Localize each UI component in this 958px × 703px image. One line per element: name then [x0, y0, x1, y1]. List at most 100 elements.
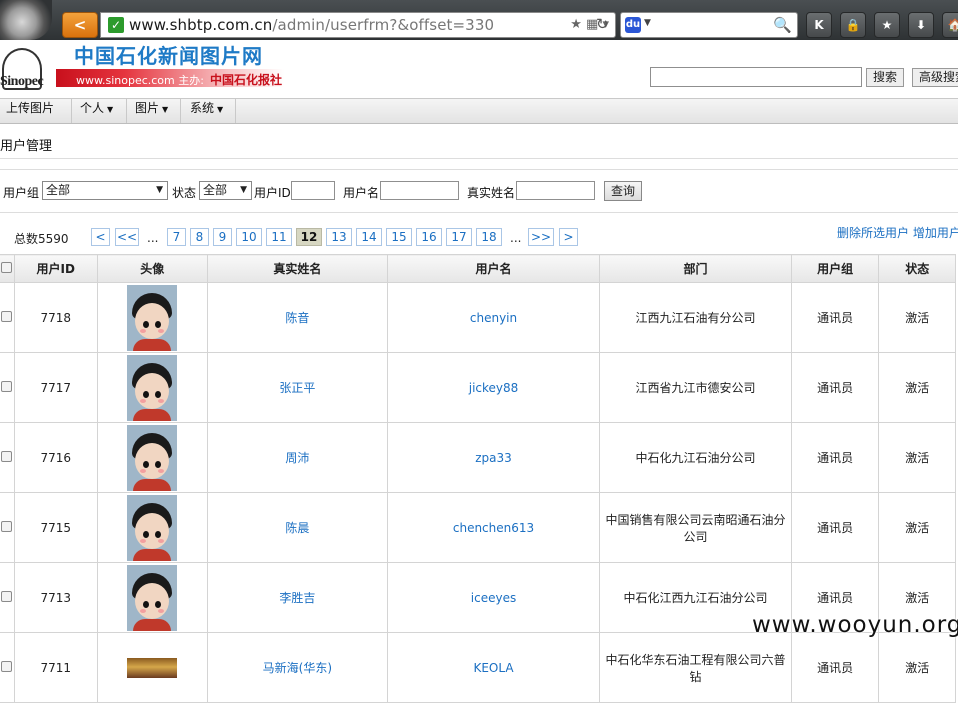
pager-next-many[interactable]: >>: [528, 228, 554, 246]
cell-dept: 中石化华东石油工程有限公司六普钻: [599, 632, 792, 703]
pager-prev-many[interactable]: <<: [115, 228, 139, 246]
row-checkbox-cell[interactable]: [0, 562, 15, 633]
sinopec-logo[interactable]: Sinopec: [0, 40, 52, 98]
cell-realname-link[interactable]: 陈音: [206, 282, 388, 353]
cell-username-link[interactable]: zpa33: [386, 422, 601, 493]
row-checkbox[interactable]: [0, 450, 12, 462]
row-checkbox[interactable]: [0, 660, 12, 672]
advanced-search-button[interactable]: 高级搜索: [912, 68, 958, 87]
userid-label: 用户ID: [254, 186, 291, 200]
avatar[interactable]: [127, 284, 178, 351]
reload-icon[interactable]: ↻: [596, 15, 609, 33]
avatar[interactable]: [127, 564, 178, 631]
menu-images[interactable]: 图片 ▼: [127, 99, 181, 123]
delete-selected-link[interactable]: 删除所选用户: [837, 226, 909, 240]
group-select[interactable]: 全部 ▼: [42, 181, 168, 200]
back-button[interactable]: <: [62, 12, 98, 38]
row-checkbox-cell[interactable]: [0, 632, 15, 703]
downloads-button[interactable]: ⬇: [908, 12, 934, 38]
pager-page[interactable]: 15: [386, 228, 412, 246]
row-checkbox-cell[interactable]: [0, 492, 15, 563]
row-checkbox[interactable]: [0, 380, 12, 392]
cell-avatar: [96, 422, 208, 493]
cell-realname-link[interactable]: 陈晨: [206, 492, 388, 563]
cell-dept: 江西九江石油有分公司: [599, 282, 792, 353]
row-checkbox[interactable]: [0, 520, 12, 532]
pager-page-current[interactable]: 12: [296, 228, 322, 246]
url-path: /admin/userfrm?&offset=330: [272, 16, 495, 34]
browser-search-box[interactable]: du ▼ 🔍: [620, 12, 798, 38]
bookmarks-button[interactable]: ★: [874, 12, 900, 38]
add-user-link[interactable]: 增加用户: [913, 226, 958, 240]
select-all-cell[interactable]: [0, 254, 15, 283]
cell-username-link[interactable]: jickey88: [386, 352, 601, 423]
pager-page[interactable]: 10: [236, 228, 262, 246]
menu-label: 个人: [80, 101, 105, 115]
cell-realname-link[interactable]: 马新海(华东): [206, 632, 388, 703]
search-engine-icon[interactable]: du: [625, 17, 641, 33]
menu-upload-image[interactable]: 上传图片: [0, 99, 72, 123]
group-label: 用户组: [3, 186, 40, 200]
menu-system[interactable]: 系统 ▼: [181, 99, 236, 123]
pager-page[interactable]: 14: [356, 228, 382, 246]
pager-ellipsis: ...: [510, 231, 522, 245]
menu-personal[interactable]: 个人 ▼: [72, 99, 127, 123]
pager-page[interactable]: 16: [416, 228, 442, 246]
watermark: www.wooyun.org: [752, 612, 958, 638]
cell-avatar: [96, 282, 208, 353]
address-bar[interactable]: ✓ www.shbtp.com.cn/admin/userfrm?&offset…: [100, 12, 616, 38]
username-label: 用户名: [343, 186, 380, 200]
cell-username-link[interactable]: chenchen613: [386, 492, 601, 563]
avatar[interactable]: [127, 494, 178, 561]
userid-input[interactable]: [291, 181, 335, 200]
pager-next[interactable]: >: [559, 228, 578, 246]
cell-realname-link[interactable]: 张正平: [206, 352, 388, 423]
cell-realname-link[interactable]: 周沛: [206, 422, 388, 493]
realname-input[interactable]: [516, 181, 595, 200]
cell-username-link[interactable]: iceeyes: [386, 562, 601, 633]
cell-username-link[interactable]: chenyin: [386, 282, 601, 353]
pager-page[interactable]: 13: [326, 228, 352, 246]
site-search-input[interactable]: [650, 67, 862, 87]
caret-down-icon: ▼: [162, 105, 169, 114]
row-checkbox-cell[interactable]: [0, 282, 15, 353]
select-all-checkbox[interactable]: [0, 261, 12, 273]
lock-button[interactable]: 🔒: [840, 12, 866, 38]
pager-page[interactable]: 7: [167, 228, 186, 246]
avatar-photo[interactable]: [127, 657, 178, 678]
row-checkbox-cell[interactable]: [0, 422, 15, 493]
row-checkbox-cell[interactable]: [0, 352, 15, 423]
divider: [0, 169, 958, 170]
cell-username-link[interactable]: KEOLA: [386, 632, 601, 703]
table-row: 7716 周沛 zpa33 中石化九江石油分公司 通讯员 激活: [0, 422, 956, 493]
col-header-avatar: 头像: [96, 254, 208, 283]
pager-page[interactable]: 9: [213, 228, 232, 246]
pager-page[interactable]: 11: [266, 228, 292, 246]
cell-userid: 7716: [13, 422, 98, 493]
status-select[interactable]: 全部 ▼: [199, 181, 252, 200]
avatar[interactable]: [127, 424, 178, 491]
home-button[interactable]: 🏠: [942, 12, 958, 38]
pager-prev[interactable]: <: [91, 228, 110, 246]
cell-avatar: [96, 632, 208, 703]
cell-group: 通讯员: [790, 492, 880, 563]
table-header-row: 用户ID 头像 真实姓名 用户名 部门 用户组 状态: [0, 254, 956, 283]
site-search-button[interactable]: 搜索: [866, 68, 904, 87]
row-checkbox[interactable]: [0, 590, 12, 602]
chevron-down-icon[interactable]: ▼: [644, 18, 651, 28]
site-header: Sinopec 中国石化新闻图片网 www.sinopec.com 主办: 中国石…: [0, 40, 958, 98]
cell-avatar: [96, 492, 208, 563]
row-checkbox[interactable]: [0, 310, 12, 322]
query-button[interactable]: 查询: [604, 181, 642, 201]
username-input[interactable]: [380, 181, 459, 200]
pager-page[interactable]: 17: [446, 228, 472, 246]
pager-page[interactable]: 18: [476, 228, 502, 246]
search-icon[interactable]: 🔍: [773, 16, 792, 34]
firefox-menu-icon[interactable]: [0, 0, 52, 40]
col-header-userid: 用户ID: [13, 254, 98, 283]
avatar[interactable]: [127, 354, 178, 421]
url-text: www.shbtp.com.cn/admin/userfrm?&offset=3…: [129, 16, 494, 34]
pager-page[interactable]: 8: [190, 228, 209, 246]
cell-realname-link[interactable]: 李胜吉: [206, 562, 388, 633]
addon-k-button[interactable]: K: [806, 12, 832, 38]
